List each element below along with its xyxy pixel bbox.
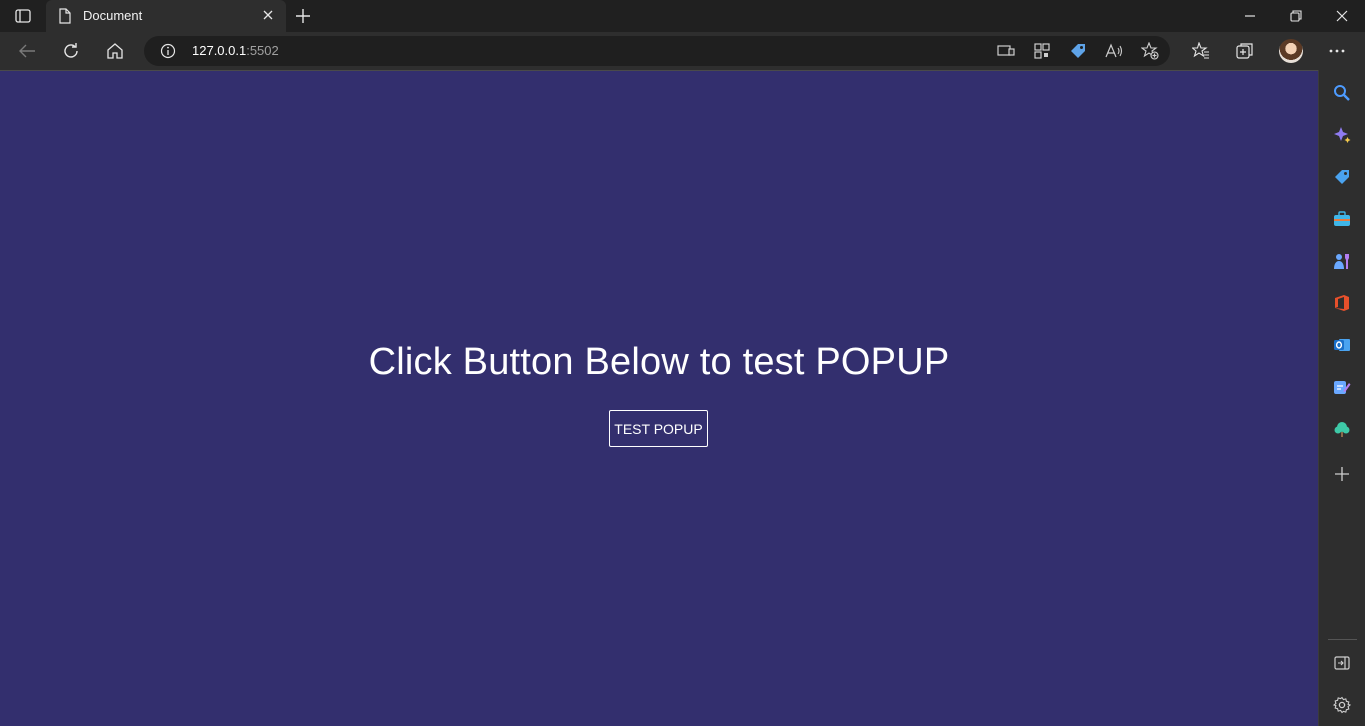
read-aloud-icon[interactable] (1100, 40, 1128, 62)
drop-icon[interactable] (1330, 375, 1354, 399)
favorites-button[interactable] (1183, 32, 1219, 70)
document-icon (58, 8, 72, 24)
add-favorite-icon[interactable] (1136, 40, 1164, 62)
minimize-button[interactable] (1227, 0, 1273, 32)
url-port: :5502 (246, 43, 279, 58)
outlook-icon[interactable] (1330, 333, 1354, 357)
close-icon (1336, 10, 1348, 22)
tab-actions-icon[interactable] (10, 6, 36, 26)
hide-sidebar-icon[interactable] (1330, 651, 1354, 675)
app-available-icon[interactable] (992, 40, 1020, 62)
tab-strip: Document (0, 0, 1365, 32)
office-icon[interactable] (1330, 291, 1354, 315)
edge-sidebar (1318, 70, 1365, 726)
home-icon (107, 43, 123, 59)
shopping-tag-icon[interactable] (1064, 40, 1092, 62)
gear-icon[interactable] (1330, 693, 1354, 717)
refresh-icon (64, 43, 78, 58)
shopping-tag-icon[interactable] (1330, 165, 1354, 189)
plus-icon[interactable] (1330, 462, 1354, 486)
close-icon[interactable] (262, 9, 274, 21)
collections-icon (1236, 43, 1253, 59)
new-tab-button[interactable] (294, 7, 312, 25)
qr-code-icon[interactable] (1028, 40, 1056, 62)
tab-title: Document (83, 8, 143, 23)
tools-icon[interactable] (1330, 207, 1354, 231)
url-host: 127.0.0.1 (192, 43, 247, 58)
search-icon[interactable] (1330, 81, 1354, 105)
refresh-button[interactable] (53, 32, 89, 70)
favorites-icon (1192, 42, 1209, 59)
info-icon[interactable] (160, 43, 176, 59)
browser-toolbar: 127.0.0.1:5502 (0, 32, 1365, 70)
minimize-icon (1245, 15, 1255, 17)
tab-document[interactable]: Document (46, 0, 286, 32)
collections-button[interactable] (1227, 32, 1263, 70)
test-popup-button[interactable]: TEST POPUP (609, 410, 708, 447)
copilot-icon[interactable] (1330, 123, 1354, 147)
browser-window: Document 127.0.0.1:5502 Click Button Bel… (0, 0, 1365, 726)
address-url[interactable]: 127.0.0.1:5502 (192, 43, 279, 58)
settings-more-button[interactable] (1319, 32, 1355, 70)
games-icon[interactable] (1330, 249, 1354, 273)
sidebar-divider (1328, 639, 1357, 640)
back-arrow-icon (19, 44, 35, 58)
page-heading: Click Button Below to test POPUP (368, 341, 950, 383)
tree-icon[interactable] (1330, 417, 1354, 441)
back-button[interactable] (9, 32, 45, 70)
page-viewport: Click Button Below to test POPUP TEST PO… (0, 70, 1318, 726)
home-button[interactable] (97, 32, 133, 70)
restore-icon (1290, 10, 1302, 22)
window-close-button[interactable] (1319, 0, 1365, 32)
address-bar[interactable]: 127.0.0.1:5502 (144, 36, 1170, 66)
more-icon (1329, 49, 1345, 53)
restore-button[interactable] (1273, 0, 1319, 32)
profile-avatar[interactable] (1279, 39, 1303, 63)
